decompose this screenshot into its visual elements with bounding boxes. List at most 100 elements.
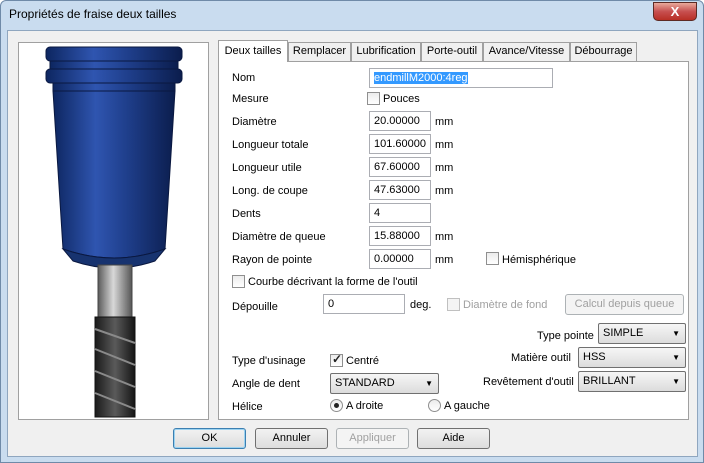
tab-lubrification[interactable]: Lubrification xyxy=(351,42,421,61)
longueur-utile-unit: mm xyxy=(435,162,454,174)
hemispherique-checkbox[interactable] xyxy=(486,252,499,265)
centre-checkbox[interactable]: ✓ xyxy=(330,352,343,367)
angle-dent-value: STANDARD xyxy=(335,377,395,389)
close-icon: X xyxy=(670,4,680,19)
dents-label: Dents xyxy=(232,208,261,220)
aide-label: Aide xyxy=(442,432,465,444)
long-coupe-value: 47.63000 xyxy=(374,184,420,196)
a-gauche-label: A gauche xyxy=(444,400,490,412)
longueur-utile-value: 67.60000 xyxy=(374,161,420,173)
type-pointe-select[interactable]: SIMPLE ▼ xyxy=(598,323,686,344)
close-button[interactable]: X xyxy=(653,2,697,21)
tab-deux-tailles[interactable]: Deux tailles xyxy=(218,40,288,62)
a-gauche-radio[interactable] xyxy=(428,399,441,412)
rayon-pointe-input[interactable]: 0.00000 xyxy=(369,249,431,269)
tab-label: Débourrage xyxy=(574,45,633,57)
ok-label: OK xyxy=(201,432,218,444)
mesure-label: Mesure xyxy=(232,93,269,105)
angle-dent-label: Angle de dent xyxy=(232,378,300,390)
long-coupe-label: Long. de coupe xyxy=(232,185,308,197)
rayon-pointe-label: Rayon de pointe xyxy=(232,254,313,266)
a-droite-radio[interactable] xyxy=(330,399,343,412)
revetement-label: Revêtement d'outil xyxy=(483,376,574,388)
diametre-queue-input[interactable]: 15.88000 xyxy=(369,226,431,246)
deux-tailles-panel: Nom endmillM2000:4reg Mesure Pouces Diam… xyxy=(218,61,689,420)
type-pointe-value: SIMPLE xyxy=(603,327,644,339)
chevron-down-icon: ▼ xyxy=(672,377,680,386)
diametre-fond-checkbox[interactable] xyxy=(447,298,460,311)
revetement-select[interactable]: BRILLANT ▼ xyxy=(578,371,686,392)
tab-label: Deux tailles xyxy=(224,45,282,57)
longueur-utile-input[interactable]: 67.60000 xyxy=(369,157,431,177)
calcul-depuis-queue-label: Calcul depuis queue xyxy=(574,298,675,310)
checkmark-icon: ✓ xyxy=(332,352,343,366)
diametre-input[interactable]: 20.00000 xyxy=(369,111,431,131)
aide-button[interactable]: Aide xyxy=(417,428,490,449)
revetement-value: BRILLANT xyxy=(583,375,636,387)
tab-avance-vitesse[interactable]: Avance/Vitesse xyxy=(483,42,570,61)
diametre-queue-value: 15.88000 xyxy=(374,230,420,242)
dents-value: 4 xyxy=(374,207,381,219)
matiere-label: Matière outil xyxy=(511,352,571,364)
courbe-label: Courbe décrivant la forme de l'outil xyxy=(248,276,418,288)
matiere-value: HSS xyxy=(583,351,606,363)
type-pointe-label: Type pointe xyxy=(537,330,594,342)
depouille-unit: deg. xyxy=(410,299,432,311)
annuler-button[interactable]: Annuler xyxy=(255,428,328,449)
angle-dent-select[interactable]: STANDARD ▼ xyxy=(330,373,439,394)
depouille-input[interactable]: 0 xyxy=(323,294,405,314)
tab-label: Avance/Vitesse xyxy=(488,45,565,57)
annuler-label: Annuler xyxy=(272,432,311,444)
pouces-label: Pouces xyxy=(383,93,420,105)
long-coupe-unit: mm xyxy=(435,185,454,197)
diametre-label: Diamètre xyxy=(232,116,277,128)
type-usinage-label: Type d'usinage xyxy=(232,355,306,367)
a-droite-label: A droite xyxy=(346,400,384,412)
hemispherique-label: Hémisphérique xyxy=(502,254,576,266)
nom-input[interactable]: endmillM2000:4reg xyxy=(369,68,553,88)
tab-label: Lubrification xyxy=(356,45,416,57)
chevron-down-icon: ▼ xyxy=(425,379,433,388)
depouille-label: Dépouille xyxy=(232,301,278,313)
calcul-depuis-queue-button[interactable]: Calcul depuis queue xyxy=(565,294,684,315)
tab-remplacer[interactable]: Remplacer xyxy=(288,42,351,61)
properties-dialog: Propriétés de fraise deux tailles X Deux… xyxy=(0,0,704,463)
diametre-queue-label: Diamètre de queue xyxy=(232,231,326,243)
window-title: Propriétés de fraise deux tailles xyxy=(9,7,177,21)
longueur-totale-value: 101.60000 xyxy=(374,138,426,150)
depouille-value: 0 xyxy=(328,298,335,310)
tab-porte-outil[interactable]: Porte-outil xyxy=(421,42,483,61)
longueur-totale-input[interactable]: 101.60000 xyxy=(369,134,431,154)
pouces-checkbox[interactable] xyxy=(367,92,380,105)
longueur-utile-label: Longueur utile xyxy=(232,162,302,174)
courbe-checkbox[interactable] xyxy=(232,275,245,288)
ok-button[interactable]: OK xyxy=(173,428,246,449)
rayon-pointe-unit: mm xyxy=(435,254,454,266)
chevron-down-icon: ▼ xyxy=(672,329,680,338)
diametre-fond-label: Diamètre de fond xyxy=(463,299,548,311)
tool-preview xyxy=(18,42,209,420)
diametre-queue-unit: mm xyxy=(435,231,454,243)
dents-input[interactable]: 4 xyxy=(369,203,431,223)
title-bar[interactable]: Propriétés de fraise deux tailles X xyxy=(1,1,703,29)
chevron-down-icon: ▼ xyxy=(672,353,680,362)
longueur-totale-unit: mm xyxy=(435,139,454,151)
long-coupe-input[interactable]: 47.63000 xyxy=(369,180,431,200)
radio-selected-dot xyxy=(334,403,339,408)
appliquer-label: Appliquer xyxy=(349,432,396,444)
diametre-value: 20.00000 xyxy=(374,115,420,127)
helice-label: Hélice xyxy=(232,401,263,413)
end-mill-tool-illustration xyxy=(45,46,183,418)
nom-value: endmillM2000:4reg xyxy=(374,72,468,84)
dialog-client-area: Deux tailles Remplacer Lubrification Por… xyxy=(7,30,698,457)
matiere-select[interactable]: HSS ▼ xyxy=(578,347,686,368)
longueur-totale-label: Longueur totale xyxy=(232,139,309,151)
diametre-unit: mm xyxy=(435,116,454,128)
tab-label: Porte-outil xyxy=(426,45,478,57)
centre-label: Centré xyxy=(346,355,380,367)
rayon-pointe-value: 0.00000 xyxy=(374,253,414,265)
tab-label: Remplacer xyxy=(292,45,347,57)
nom-label: Nom xyxy=(232,72,256,84)
tab-debourrage[interactable]: Débourrage xyxy=(570,42,637,61)
appliquer-button[interactable]: Appliquer xyxy=(336,428,409,449)
